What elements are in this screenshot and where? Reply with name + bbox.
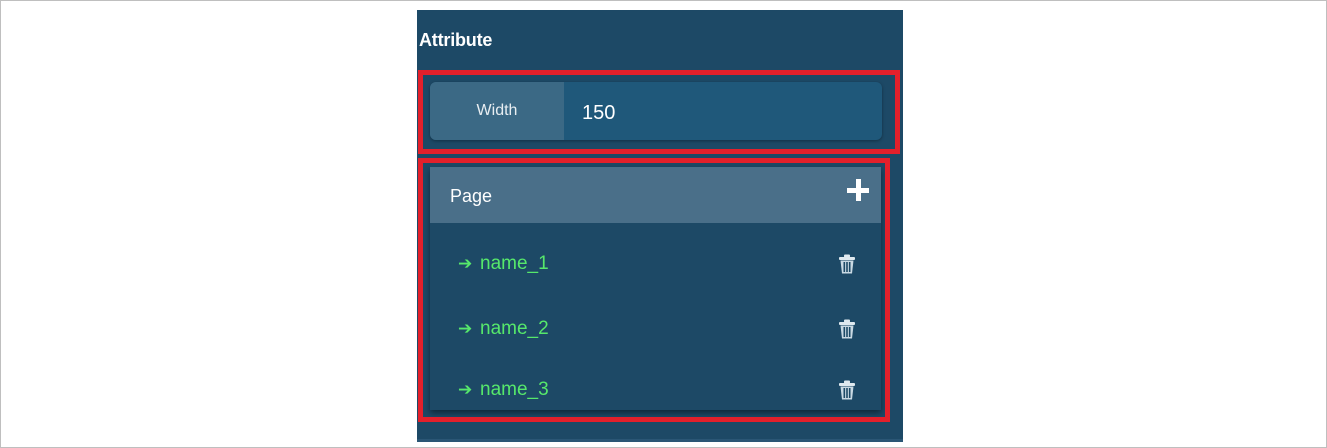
page-link-name-3[interactable]: name_3	[480, 379, 549, 401]
page-list-title: Page	[450, 186, 493, 206]
arrow-right-icon: ➔	[458, 380, 473, 399]
width-input[interactable]	[564, 82, 882, 140]
page-list-item: ➔ name_1	[430, 233, 881, 295]
trash-icon[interactable]	[838, 380, 856, 400]
plus-icon[interactable]	[845, 177, 871, 203]
trash-icon[interactable]	[838, 254, 856, 274]
page-link-name-2[interactable]: name_2	[480, 318, 549, 340]
width-label: Width	[430, 82, 564, 140]
panel-divider	[417, 439, 903, 442]
arrow-right-icon: ➔	[458, 254, 473, 273]
width-field-row: Width	[430, 82, 882, 140]
page-link-name-1[interactable]: name_1	[480, 253, 549, 275]
page-list-item: ➔ name_2	[430, 298, 881, 360]
attribute-panel: Attribute Width Page ➔ name_1 ➔ name_2	[417, 10, 903, 442]
attribute-title: Attribute	[419, 30, 493, 50]
page-list-card: Page ➔ name_1 ➔ name_2 ➔ name_3	[430, 167, 881, 410]
trash-icon[interactable]	[838, 319, 856, 339]
page-list-item: ➔ name_3	[430, 359, 881, 421]
arrow-right-icon: ➔	[458, 319, 473, 338]
page-list-header: Page	[430, 167, 881, 223]
